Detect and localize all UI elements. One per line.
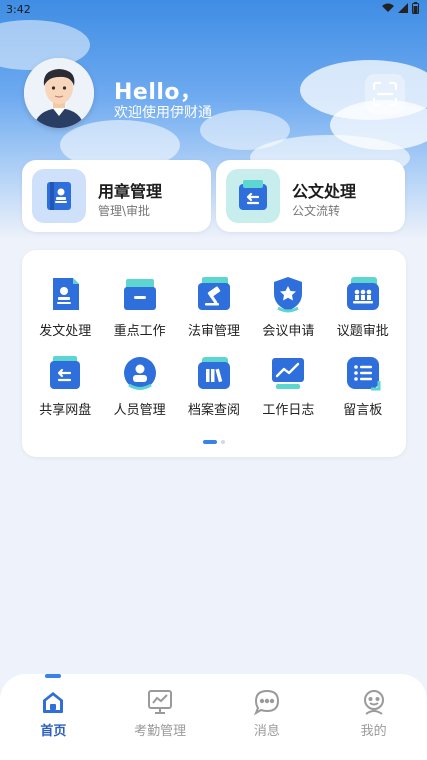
archive-books-icon: [197, 357, 230, 389]
grid-label: 议题审批: [336, 324, 389, 339]
avatar[interactable]: [24, 58, 94, 128]
status-time: 3:42: [6, 3, 31, 16]
user-face-icon: [363, 690, 384, 715]
scan-button[interactable]: [365, 74, 405, 114]
tab-attendance[interactable]: 考勤管理: [115, 674, 205, 739]
welcome-subtitle: 欢迎使用伊财通: [114, 105, 212, 121]
gavel-icon: [197, 277, 230, 310]
page-dot-active[interactable]: [203, 440, 217, 444]
card-document-title: 公文处理: [292, 182, 357, 201]
battery-icon: [412, 2, 419, 14]
function-grid-panel: 发文处理 重点工作 法审管理 会议申请 议题审批 共享网盘 人员管理 档案查阅 …: [22, 250, 406, 457]
document-send-icon: [53, 278, 80, 310]
person-icon: [123, 357, 156, 390]
status-icons: [382, 2, 419, 14]
card-seal-management[interactable]: 用章管理 管理\审批: [22, 160, 211, 232]
card-document-subtitle: 公文流转: [292, 204, 341, 218]
card-document-processing[interactable]: 公文处理 公文流转: [216, 160, 405, 232]
grid-label: 重点工作: [113, 324, 166, 339]
grid-label: 会议申请: [262, 324, 315, 339]
grid-item-legal-review[interactable]: 法审管理: [177, 274, 251, 339]
chat-bubble-icon: [253, 689, 279, 716]
seal-icon: [32, 169, 86, 223]
grid-label: 工作日志: [262, 403, 315, 418]
grid-item-archive[interactable]: 档案查阅: [177, 353, 251, 418]
grid-item-key-work[interactable]: 重点工作: [102, 274, 176, 339]
grid-item-work-log[interactable]: 工作日志: [251, 353, 325, 418]
grid-item-shared-drive[interactable]: 共享网盘: [28, 353, 102, 418]
grid-item-document-send[interactable]: 发文处理: [28, 274, 102, 339]
grid-label: 法审管理: [187, 324, 240, 339]
active-tab-indicator: [45, 674, 62, 678]
grid-item-message-board[interactable]: 留言板: [326, 353, 400, 418]
tab-profile[interactable]: 我的: [329, 674, 419, 739]
grid-label: 发文处理: [39, 324, 92, 339]
card-seal-title: 用章管理: [98, 182, 163, 201]
meeting-people-icon: [346, 277, 379, 310]
attendance-monitor-icon: [148, 690, 173, 714]
grid-item-personnel[interactable]: 人员管理: [102, 353, 176, 418]
inbox-tray-icon: [123, 279, 156, 310]
shield-star-icon: [274, 277, 303, 313]
page-indicator: [22, 440, 406, 444]
tab-label: 考勤管理: [134, 724, 187, 739]
home-icon: [43, 692, 64, 713]
grid-label: 人员管理: [113, 403, 166, 418]
status-bar: 3:42: [0, 0, 427, 18]
grid-label: 共享网盘: [39, 403, 92, 418]
wifi-icon: [382, 3, 394, 12]
chart-monitor-icon: [272, 358, 305, 389]
document-exchange-icon: [226, 169, 280, 223]
grid-label: 档案查阅: [187, 403, 240, 418]
card-seal-subtitle: 管理\审批: [98, 204, 151, 218]
tab-label: 我的: [360, 724, 387, 739]
message-list-icon: [346, 357, 381, 391]
tab-home[interactable]: 首页: [8, 674, 98, 739]
bottom-tab-bar: 首页 考勤管理 消息 我的: [0, 674, 427, 760]
scan-icon: [372, 81, 398, 107]
page-dot[interactable]: [221, 440, 225, 444]
tab-messages[interactable]: 消息: [222, 674, 312, 739]
signal-icon: [398, 3, 408, 13]
function-grid: 发文处理 重点工作 法审管理 会议申请 议题审批 共享网盘 人员管理 档案查阅 …: [28, 274, 400, 418]
shared-folder-icon: [50, 356, 81, 389]
grid-label: 留言板: [343, 403, 383, 418]
tab-label: 首页: [40, 724, 67, 739]
tab-label: 消息: [253, 724, 280, 739]
grid-item-meeting-request[interactable]: 会议申请: [251, 274, 325, 339]
avatar-portrait-icon: [24, 58, 94, 128]
grid-item-topic-approval[interactable]: 议题审批: [326, 274, 400, 339]
